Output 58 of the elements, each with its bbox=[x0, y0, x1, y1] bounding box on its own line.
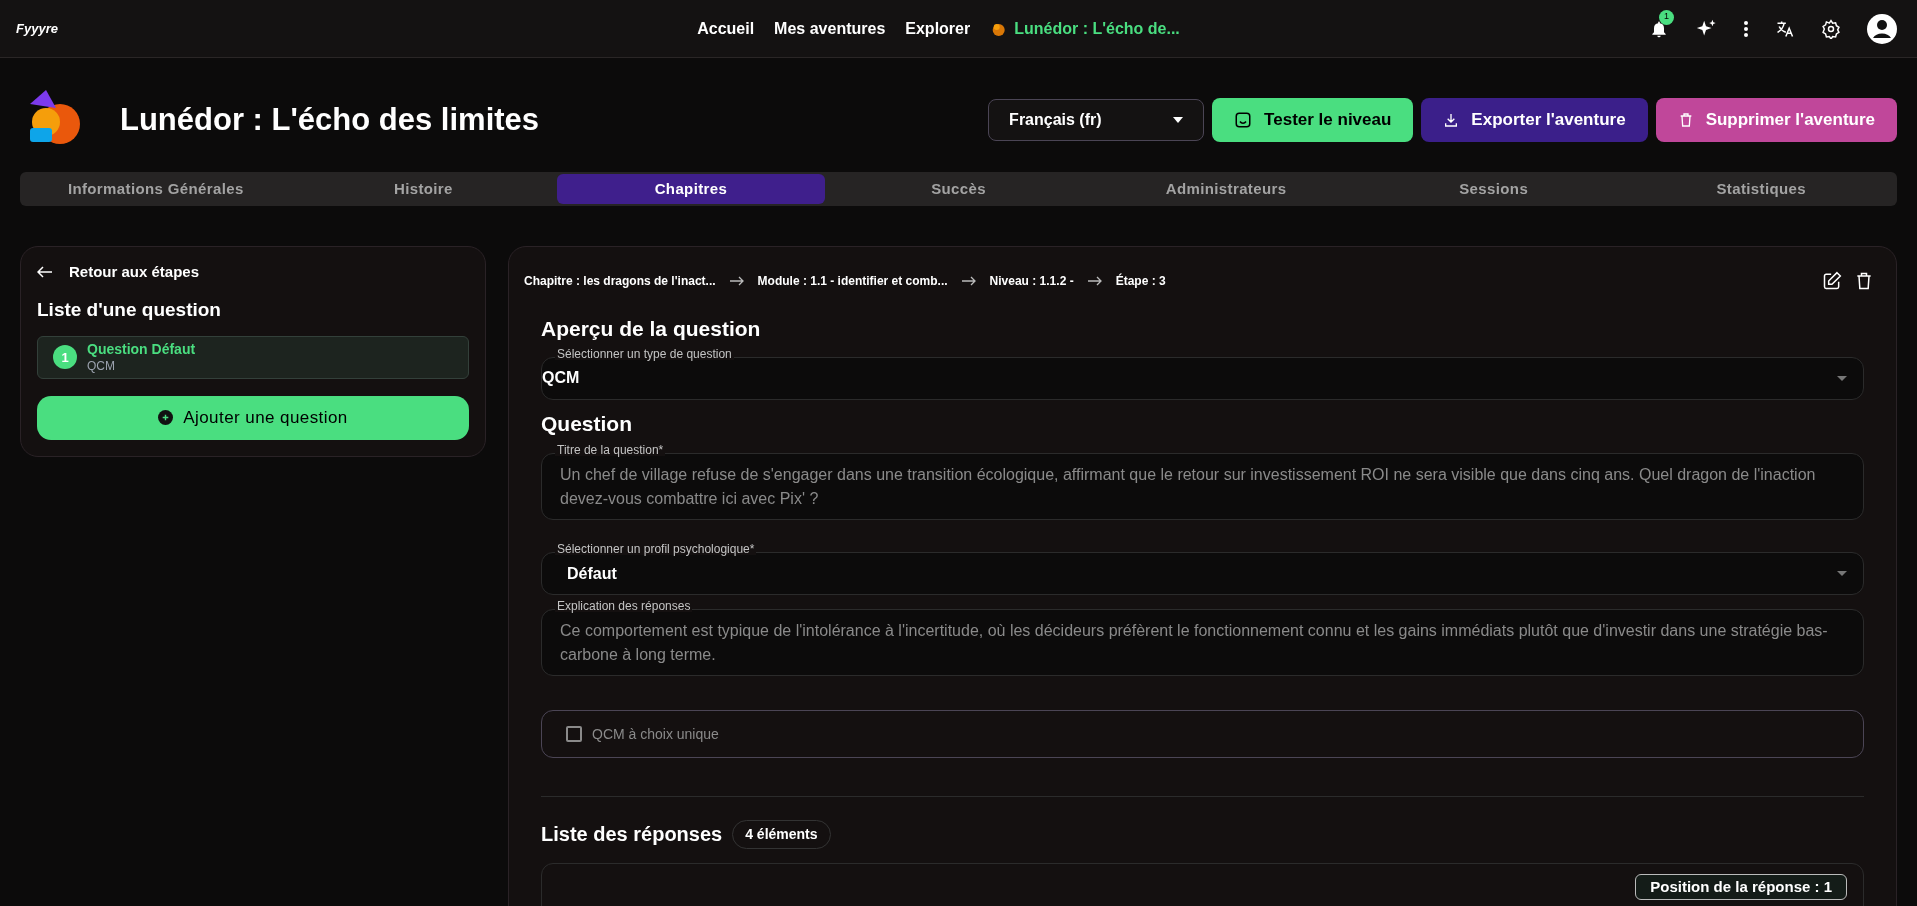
test-button[interactable]: Tester le niveau bbox=[1212, 98, 1414, 142]
breadcrumb-link[interactable]: Étape : 3 bbox=[1115, 272, 1166, 290]
delete-button[interactable]: Supprimer l'aventure bbox=[1655, 98, 1897, 142]
export-button[interactable]: Exporter l'aventure bbox=[1421, 98, 1648, 142]
question-type: QCM bbox=[87, 358, 116, 374]
edit-icon[interactable] bbox=[1822, 271, 1842, 291]
nav-link[interactable]: Accueil bbox=[697, 16, 755, 41]
smile-icon bbox=[1234, 111, 1253, 129]
field-label: Sélectionner un type de question bbox=[555, 347, 734, 360]
question-item[interactable]: 1 Question Défaut QCM bbox=[37, 336, 469, 379]
arrow-right-icon bbox=[729, 276, 744, 286]
tab[interactable]: Histoire bbox=[289, 174, 558, 204]
tab[interactable]: Informations Générales bbox=[22, 174, 290, 204]
tab[interactable]: Administrateurs bbox=[1092, 174, 1360, 204]
select-value: Défaut bbox=[567, 563, 617, 584]
tab[interactable]: Statistiques bbox=[1627, 174, 1896, 204]
plus-circle-icon bbox=[158, 410, 174, 425]
preview-title: Aperçu de la question bbox=[541, 316, 762, 342]
select-value: QCM bbox=[542, 368, 580, 388]
breadcrumb-link[interactable]: Chapitre : les dragons de l'inact... bbox=[524, 272, 716, 290]
nav-link[interactable]: Lunédor : L'écho de... bbox=[1014, 16, 1180, 41]
sidebar-title: Liste d'une question bbox=[37, 297, 222, 322]
arrow-right-icon bbox=[961, 276, 976, 286]
caret-icon bbox=[1837, 571, 1847, 576]
app-logo[interactable]: Fyyyre bbox=[16, 18, 58, 39]
nav-link[interactable]: Explorer bbox=[905, 16, 971, 41]
checkbox-label: QCM à choix unique bbox=[592, 724, 719, 744]
tab[interactable]: Chapitres bbox=[557, 174, 825, 204]
breadcrumb-link[interactable]: Niveau : 1.1.2 - bbox=[989, 272, 1074, 290]
caret-icon bbox=[1837, 375, 1847, 381]
field-label: Explication des réponses bbox=[555, 600, 693, 612]
answers-title: Liste des réponses bbox=[541, 822, 723, 847]
field-label: Sélectionner un profil psychologique* bbox=[555, 543, 757, 555]
field-label: Titre de la question* bbox=[555, 444, 666, 456]
question-heading: Question bbox=[541, 410, 633, 437]
nav-link[interactable]: Mes aventures bbox=[774, 16, 886, 41]
settings-icon[interactable] bbox=[1821, 18, 1841, 39]
more-icon[interactable] bbox=[1743, 19, 1749, 38]
field-value: Un chef de village refuse de s'engager dans une transition écologique, affirmant que le retour sur investissement ROI ne sera visible que dans cinq ans. Quel dragon de l'inaction devez-vous combattre ici avec Pix' ? bbox=[560, 465, 1817, 509]
avatar-icon[interactable] bbox=[1867, 13, 1897, 44]
trash-icon[interactable] bbox=[1854, 271, 1874, 291]
back-link[interactable]: Retour aux étapes bbox=[37, 261, 469, 284]
question-title: Question Défaut bbox=[87, 341, 196, 359]
checkbox[interactable] bbox=[566, 726, 582, 742]
download-icon bbox=[1443, 112, 1460, 128]
language-select[interactable]: Français (fr) bbox=[988, 99, 1205, 141]
field-value: Ce comportement est typique de l'intolérance à l'incertitude, où les décideurs préfèrent le fonctionnement connu et les gains immédiats plutôt que d'investir dans une stratégie bas-carbone à long terme. bbox=[560, 621, 1829, 665]
adventure-title: Lunédor : L'écho des limites bbox=[120, 100, 540, 139]
tab[interactable]: Sessions bbox=[1359, 174, 1628, 204]
add-question-button[interactable]: Ajouter une question bbox=[37, 395, 469, 440]
tab[interactable]: Succès bbox=[824, 174, 1093, 204]
arrow-right-icon bbox=[1087, 276, 1102, 286]
breadcrumb-link[interactable]: Module : 1.1 - identifier et comb... bbox=[757, 272, 948, 290]
caret-icon bbox=[1173, 117, 1184, 123]
question-number: 1 bbox=[53, 345, 77, 370]
arrow-left-icon bbox=[37, 266, 53, 279]
notification-count: 1 bbox=[1659, 9, 1674, 25]
answer-position: Position de la réponse : 1 bbox=[1635, 874, 1847, 900]
